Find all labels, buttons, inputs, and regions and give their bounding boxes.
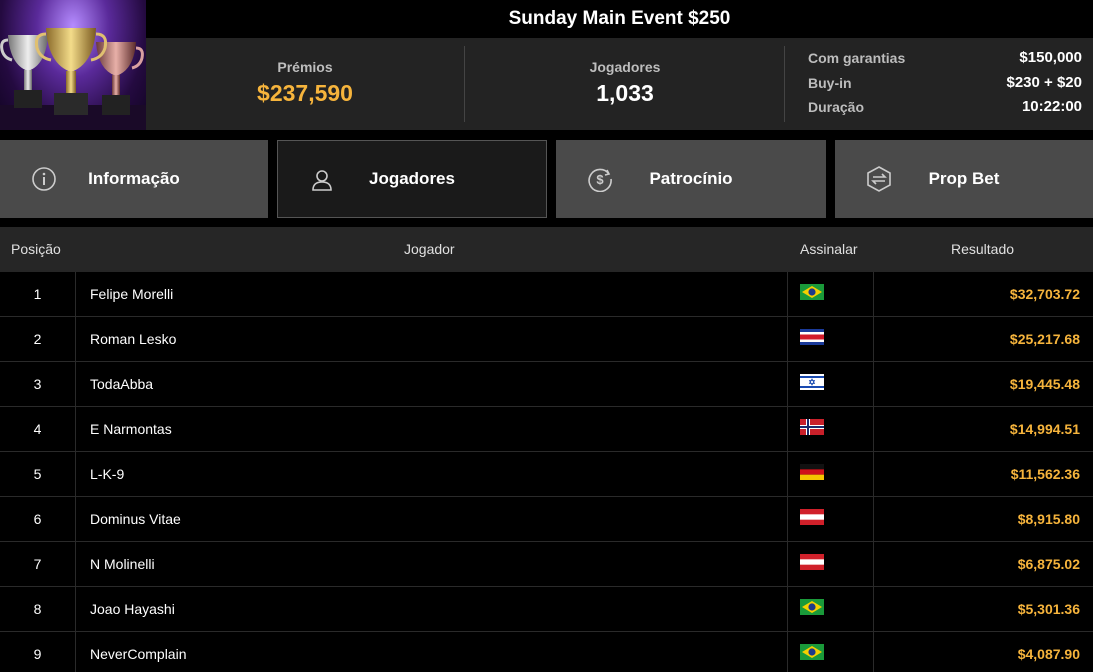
- row-position: 3: [0, 362, 76, 406]
- row-flag-cell: [787, 362, 874, 406]
- players-stat: Jogadores 1,033: [465, 38, 785, 130]
- table-row[interactable]: 9 NeverComplain $4,087.90: [0, 632, 1093, 672]
- prop-bet-icon: [867, 166, 891, 192]
- tab-label: Jogadores: [369, 169, 455, 188]
- row-position: 9: [0, 632, 76, 672]
- row-position: 6: [0, 497, 76, 541]
- info-icon: [32, 167, 56, 191]
- detail-duration: Duração 10:22:00: [808, 95, 1082, 120]
- row-flag-cell: [787, 272, 874, 316]
- detail-value: 10:22:00: [1021, 98, 1082, 115]
- row-flag-cell: [787, 632, 874, 672]
- detail-guarantee: Com garantias $150,000: [808, 46, 1082, 71]
- detail-buyin: Buy-in $230 + $20: [808, 71, 1082, 96]
- tournament-header: Sunday Main Event $250 Prémios $237,590 …: [0, 0, 1093, 130]
- tab-patrocinio[interactable]: $ Patrocínio: [556, 140, 826, 218]
- israel-flag-icon: [800, 374, 824, 390]
- row-result: $6,875.02: [1017, 556, 1080, 572]
- austria-flag-icon: [800, 509, 824, 525]
- row-flag-cell: [787, 587, 874, 631]
- row-player-name: Roman Lesko: [90, 331, 177, 347]
- players-label: Jogadores: [589, 59, 661, 75]
- detail-key: Buy-in: [808, 74, 852, 91]
- detail-value: $230 + $20: [1006, 73, 1083, 91]
- column-header-player[interactable]: Jogador: [404, 227, 455, 272]
- prize-value: $237,590: [257, 80, 353, 106]
- brazil-flag-icon: [800, 599, 824, 615]
- row-result: $14,994.51: [1009, 421, 1080, 437]
- row-flag-cell: [787, 407, 874, 451]
- tab-jogadores[interactable]: Jogadores: [277, 140, 547, 218]
- row-player-name: L-K-9: [90, 466, 125, 482]
- dollar-icon: $: [588, 168, 612, 192]
- row-player-name: Felipe Morelli: [90, 286, 174, 302]
- divider: [784, 46, 785, 122]
- row-result: $32,703.72: [1009, 286, 1080, 302]
- column-header-position[interactable]: Posição: [11, 227, 61, 272]
- row-position: 5: [0, 452, 76, 496]
- table-row[interactable]: 2 Roman Lesko $25,217.68: [0, 317, 1093, 362]
- row-result: $4,087.90: [1017, 646, 1080, 662]
- brazil-flag-icon: [800, 284, 824, 300]
- norway-flag-icon: [800, 419, 824, 435]
- tab-label: Patrocínio: [649, 169, 733, 188]
- brazil-flag-icon: [800, 644, 824, 660]
- row-position: 1: [0, 272, 76, 316]
- row-flag-cell: [787, 452, 874, 496]
- tab-informacao[interactable]: Informação: [0, 140, 268, 218]
- costa-rica-flag-icon: [800, 329, 824, 345]
- prize-label: Prémios: [277, 59, 333, 75]
- players-value: 1,033: [596, 80, 654, 106]
- tournament-title: Sunday Main Event $250: [146, 0, 1093, 38]
- trophy-image: [0, 0, 146, 130]
- tab-label: Prop Bet: [928, 169, 1000, 188]
- tab-bar: Informação Jogadores $ Patrocínio Prop B…: [0, 140, 1093, 218]
- row-position: 8: [0, 587, 76, 631]
- svg-text:$: $: [596, 172, 604, 187]
- row-position: 7: [0, 542, 76, 586]
- row-player-name: E Narmontas: [90, 421, 172, 437]
- table-row[interactable]: 8 Joao Hayashi $5,301.36: [0, 587, 1093, 632]
- row-player-name: N Molinelli: [90, 556, 155, 572]
- tournament-details: Com garantias $150,000 Buy-in $230 + $20…: [808, 46, 1082, 120]
- row-position: 4: [0, 407, 76, 451]
- row-result: $19,445.48: [1009, 376, 1080, 392]
- tab-prop-bet[interactable]: Prop Bet: [835, 140, 1093, 218]
- table-row[interactable]: 6 Dominus Vitae $8,915.80: [0, 497, 1093, 542]
- column-header-result[interactable]: Resultado: [951, 227, 1014, 272]
- prize-stat: Prémios $237,590: [146, 38, 464, 130]
- row-flag-cell: [787, 542, 874, 586]
- tournament-stats: Prémios $237,590 Jogadores 1,033 Com gar…: [146, 38, 1093, 130]
- detail-value: $150,000: [1019, 49, 1082, 66]
- table-row[interactable]: 7 N Molinelli $6,875.02: [0, 542, 1093, 587]
- detail-key: Com garantias: [808, 50, 906, 66]
- row-result: $11,562.36: [1010, 466, 1080, 482]
- table-row[interactable]: 3 TodaAbba $19,445.48: [0, 362, 1093, 407]
- row-player-name: TodaAbba: [90, 376, 154, 392]
- tab-label: Informação: [88, 169, 180, 188]
- user-icon: [312, 170, 332, 191]
- germany-flag-icon: [800, 464, 824, 480]
- row-flag-cell: [787, 317, 874, 361]
- row-flag-cell: [787, 497, 874, 541]
- row-player-name: NeverComplain: [90, 646, 187, 662]
- row-result: $8,915.80: [1017, 511, 1080, 527]
- austria-flag-icon: [800, 554, 824, 570]
- table-row[interactable]: 1 Felipe Morelli $32,703.72: [0, 272, 1093, 317]
- results-table: 1 Felipe Morelli $32,703.72 2 Roman Lesko $25…: [0, 272, 1093, 672]
- table-row[interactable]: 4 E Narmontas $14,994.51: [0, 407, 1093, 452]
- detail-key: Duração: [808, 99, 865, 115]
- row-player-name: Joao Hayashi: [90, 601, 175, 617]
- row-position: 2: [0, 317, 76, 361]
- row-result: $5,301.36: [1017, 601, 1080, 617]
- table-header: Posição Jogador Assinalar Resultado: [0, 227, 1093, 272]
- row-result: $25,217.68: [1009, 331, 1080, 347]
- table-row[interactable]: 5 L-K-9 $11,562.36: [0, 452, 1093, 497]
- column-header-flag[interactable]: Assinalar: [800, 227, 858, 272]
- row-player-name: Dominus Vitae: [90, 511, 181, 527]
